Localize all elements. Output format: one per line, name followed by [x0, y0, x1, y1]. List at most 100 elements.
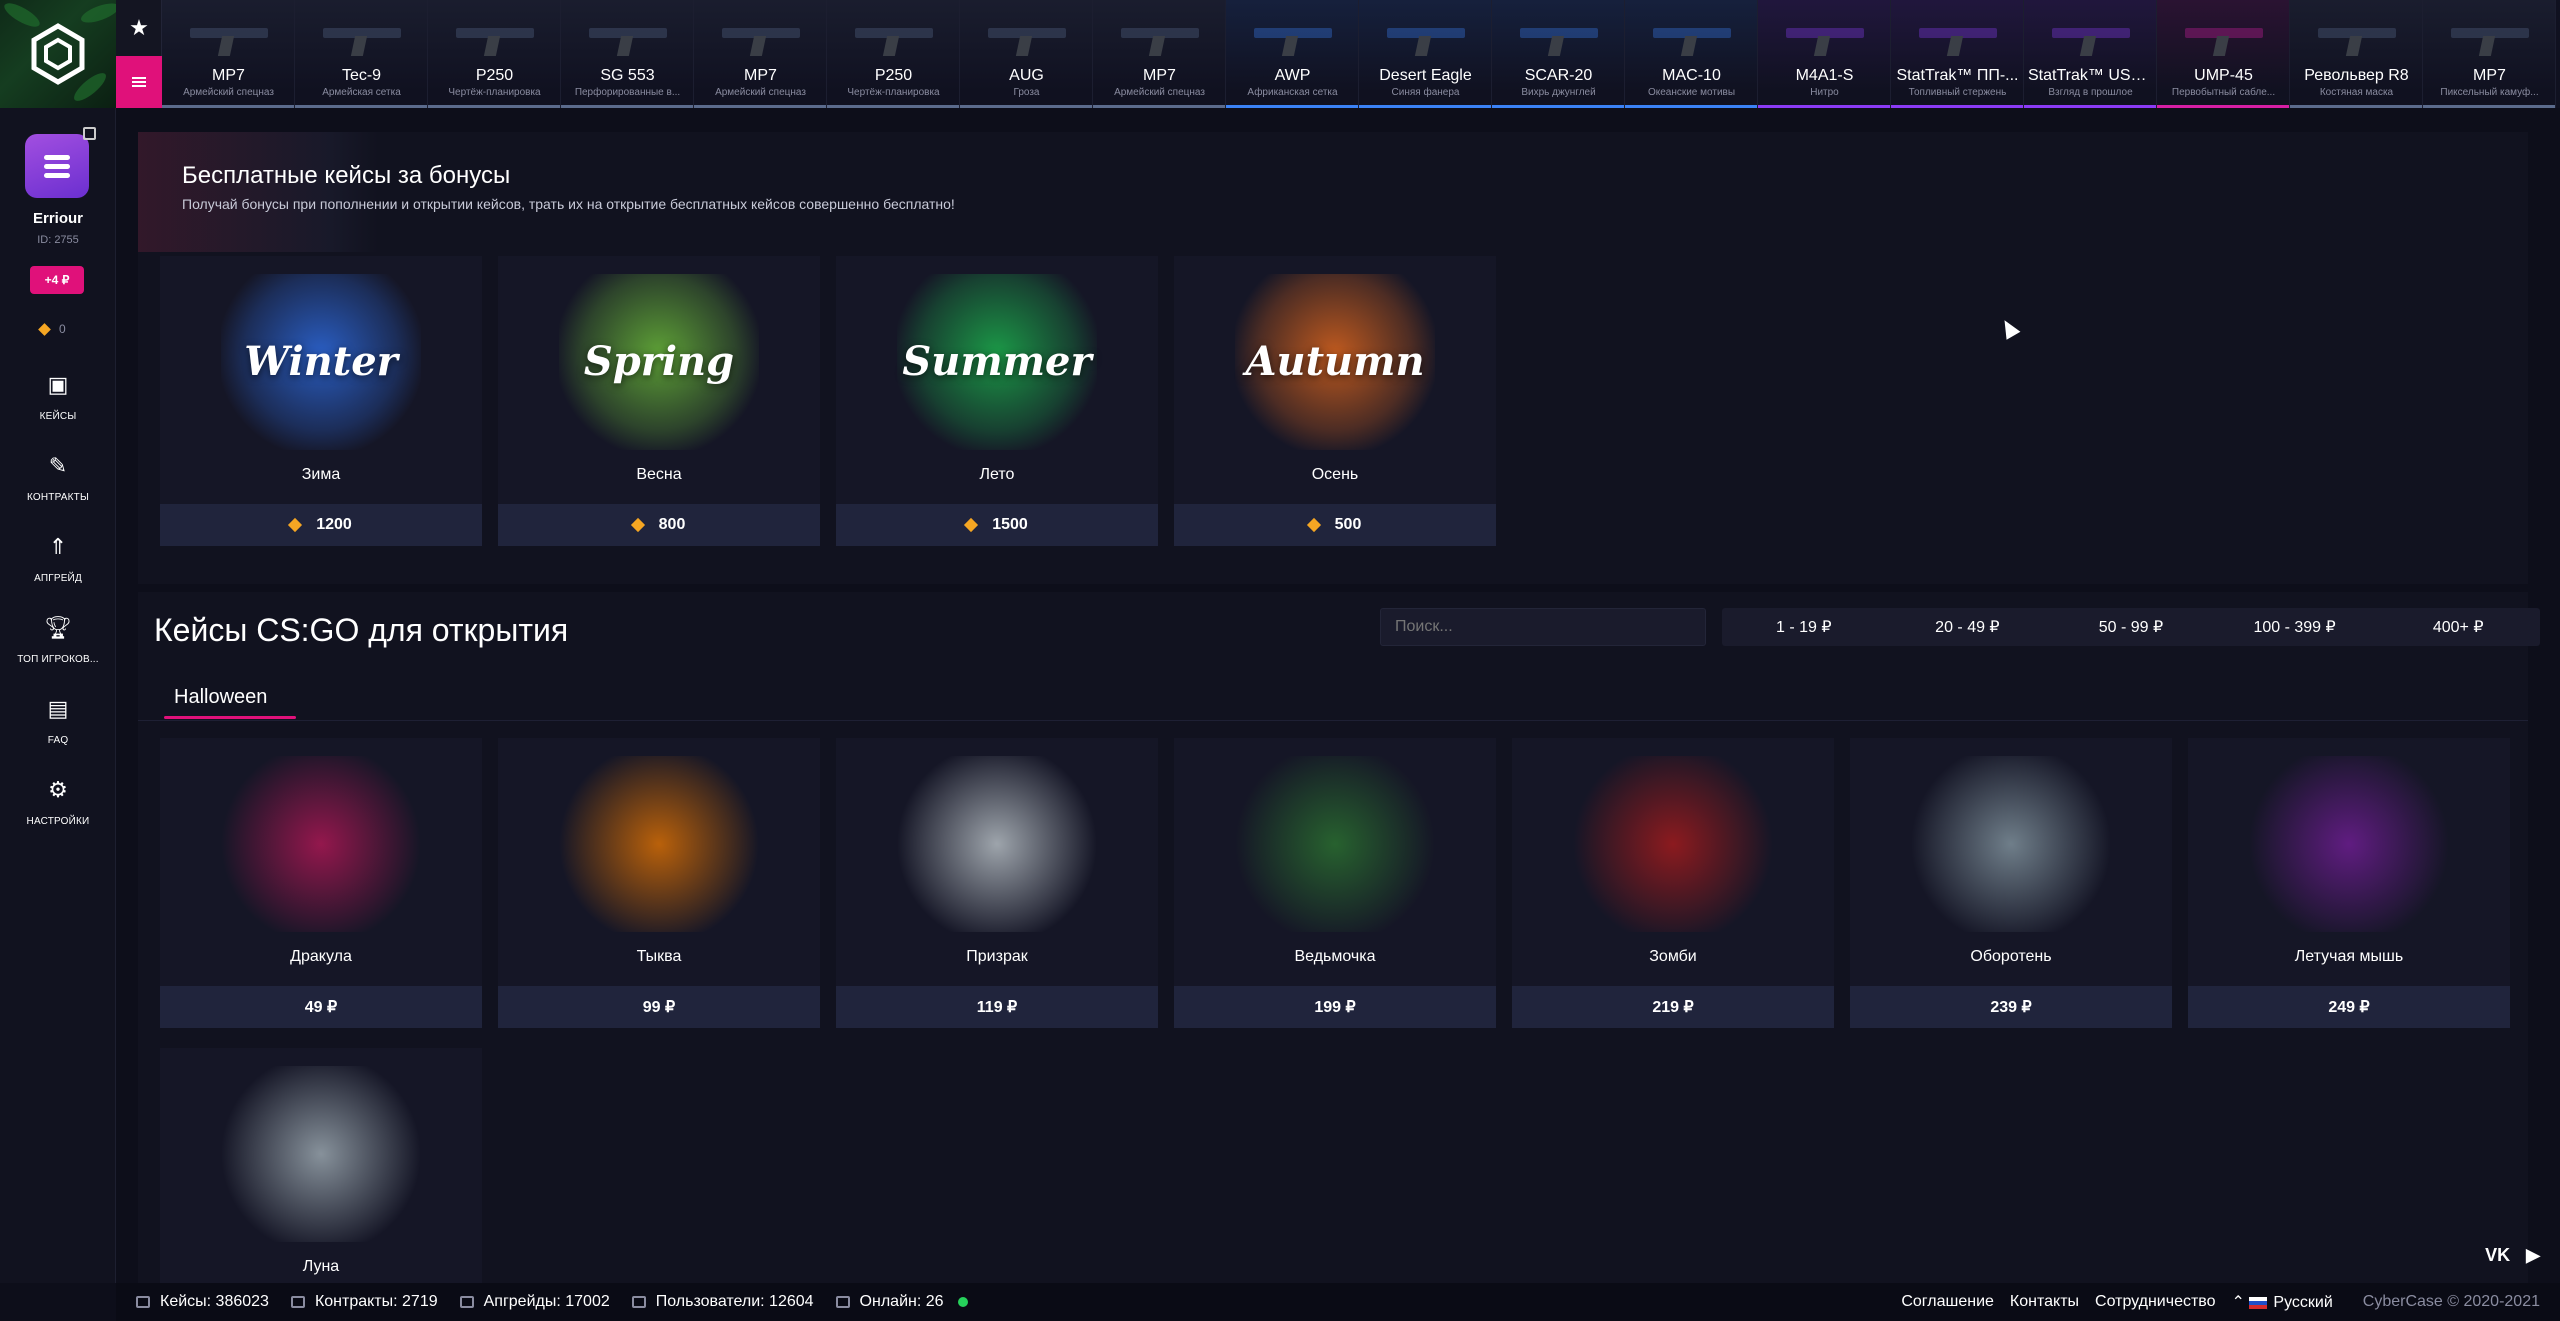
- site-logo[interactable]: [0, 0, 116, 108]
- weapon-name: MP7: [744, 67, 777, 84]
- upgrade-icon: ⇑: [48, 534, 68, 559]
- ticker-item[interactable]: SCAR-20 Вихрь джунглей: [1492, 0, 1625, 108]
- csgo-case-card[interactable]: Призрак 119 ₽: [836, 738, 1158, 1028]
- csgo-case-card[interactable]: Тыква 99 ₽: [498, 738, 820, 1028]
- avatar-icon: [44, 163, 70, 169]
- weapon-image-icon: [1121, 14, 1199, 56]
- weapon-name: MP7: [212, 67, 245, 84]
- price-filter-button[interactable]: 400+ ₽: [2376, 608, 2540, 646]
- csgo-case-card[interactable]: Дракула 49 ₽: [160, 738, 482, 1028]
- price-filter-button[interactable]: 50 - 99 ₽: [2049, 608, 2213, 646]
- case-art-label: Winter: [244, 338, 398, 385]
- ticker-item[interactable]: StatTrak™ ПП-... Топливный стержень: [1891, 0, 2024, 108]
- ticker-item[interactable]: MP7 Армейский спецназ: [162, 0, 295, 108]
- case-price: 49 ₽: [160, 986, 482, 1028]
- social-links: VK ▶: [2485, 1245, 2540, 1266]
- free-case-card[interactable]: Winter Зима 1200: [160, 256, 482, 546]
- weapon-name: SCAR-20: [1524, 67, 1593, 84]
- price-value: 800: [658, 516, 686, 533]
- case-art-label: Autumn: [1245, 338, 1425, 385]
- free-case-card[interactable]: Autumn Осень 500: [1174, 256, 1496, 546]
- footer-link-contacts[interactable]: Контакты: [2010, 1293, 2079, 1311]
- ticker-item[interactable]: MP7 Пиксельный камуф...: [2423, 0, 2556, 108]
- weapon-image-icon: [1653, 14, 1731, 56]
- weapon-image-icon: [855, 14, 933, 56]
- balance-button[interactable]: +4 ₽: [30, 266, 84, 294]
- price-value: 1200: [316, 516, 352, 533]
- ticker-item[interactable]: AWP Африканская сетка: [1226, 0, 1359, 108]
- nav-label: АПГРЕЙД: [34, 573, 82, 584]
- csgo-case-card[interactable]: Луна: [160, 1048, 482, 1318]
- logout-icon[interactable]: [83, 127, 96, 140]
- ticker-item[interactable]: Desert Eagle Синяя фанера: [1359, 0, 1492, 108]
- ticker-item[interactable]: MP7 Армейский спецназ: [1093, 0, 1226, 108]
- case-name: Тыква: [636, 948, 682, 965]
- chat-icon: ▤: [47, 696, 69, 721]
- ticker-item[interactable]: MP7 Армейский спецназ: [694, 0, 827, 108]
- weapon-skin: Чертёж-планировка: [448, 87, 541, 98]
- case-image: [221, 1066, 421, 1242]
- ticker-item[interactable]: MAC-10 Океанские мотивы: [1625, 0, 1758, 108]
- nav-cases[interactable]: ▣ КЕЙСЫ: [0, 372, 116, 424]
- language-selector[interactable]: ⌃ Русский: [2232, 1292, 2333, 1312]
- favorites-star-icon[interactable]: ★: [116, 0, 162, 56]
- ticker-item[interactable]: Tec-9 Армейская сетка: [295, 0, 428, 108]
- price-filter-button[interactable]: 100 - 399 ₽: [2213, 608, 2377, 646]
- case-name: Луна: [302, 1258, 340, 1275]
- weapon-skin: Топливный стержень: [1908, 87, 2007, 98]
- weapon-skin: Первобытный сабле...: [2171, 87, 2276, 98]
- vk-icon[interactable]: VK: [2485, 1245, 2510, 1266]
- ticker-item[interactable]: StatTrak™ USP-S Взгляд в прошлое: [2024, 0, 2157, 108]
- footer-link-partnership[interactable]: Сотрудничество: [2095, 1293, 2216, 1311]
- box-icon: ▣: [47, 372, 69, 397]
- stat-label: Апгрейды: 17002: [483, 1293, 610, 1310]
- weapon-name: Desert Eagle: [1379, 67, 1472, 84]
- case-name: Ведьмочка: [1294, 948, 1376, 965]
- csgo-case-card[interactable]: Оборотень 239 ₽: [1850, 738, 2172, 1028]
- case-name: Оборотень: [1970, 948, 2052, 965]
- nav-label: FAQ: [47, 735, 69, 746]
- nav-top-players[interactable]: 🏆︎ ТОП ИГРОКОВ...: [0, 615, 116, 667]
- users-icon: [631, 1296, 646, 1308]
- youtube-icon[interactable]: ▶: [2526, 1245, 2540, 1266]
- ticker-item[interactable]: Револьвер R8 Костяная маска: [2290, 0, 2423, 108]
- case-name: Летучая мышь: [2294, 948, 2404, 965]
- price-filter-button[interactable]: 20 - 49 ₽: [1886, 608, 2050, 646]
- csgo-case-card[interactable]: Ведьмочка 199 ₽: [1174, 738, 1496, 1028]
- nav-contracts[interactable]: ✎ КОНТРАКТЫ: [0, 453, 116, 505]
- weapon-skin: Армейская сетка: [322, 87, 401, 98]
- price-filter-button[interactable]: 1 - 19 ₽: [1722, 608, 1886, 646]
- diamond-icon: [38, 322, 51, 336]
- footer-stat: Контракты: 2719: [290, 1293, 438, 1311]
- ticker-item[interactable]: UMP-45 Первобытный сабле...: [2157, 0, 2290, 108]
- tab-halloween[interactable]: Halloween: [174, 686, 267, 709]
- free-case-card[interactable]: Spring Весна 800: [498, 256, 820, 546]
- stat-label: Онлайн: 26: [859, 1293, 944, 1310]
- footer-link-agreement[interactable]: Соглашение: [1901, 1293, 1994, 1311]
- ticker-item[interactable]: M4A1-S Нитро: [1758, 0, 1891, 108]
- nav-faq[interactable]: ▤ FAQ: [0, 696, 116, 748]
- csgo-case-card[interactable]: Зомби 219 ₽: [1512, 738, 1834, 1028]
- case-name: Дракула: [290, 948, 352, 965]
- free-case-card[interactable]: Summer Лето 1500: [836, 256, 1158, 546]
- search-input[interactable]: [1380, 608, 1706, 646]
- nav-label: ТОП ИГРОКОВ...: [17, 654, 99, 665]
- price-filter-group: 1 - 19 ₽ 20 - 49 ₽ 50 - 99 ₽ 100 - 399 ₽…: [1722, 608, 2540, 646]
- ticker-item[interactable]: P250 Чертёж-планировка: [428, 0, 561, 108]
- footer-stat: Апгрейды: 17002: [459, 1293, 610, 1311]
- ticker-item[interactable]: AUG Гроза: [960, 0, 1093, 108]
- case-price: 99 ₽: [498, 986, 820, 1028]
- menu-toggle-button[interactable]: [116, 56, 162, 108]
- weapon-image-icon: [456, 14, 534, 56]
- case-name: Лето: [979, 466, 1015, 483]
- weapon-skin: Синяя фанера: [1391, 87, 1460, 98]
- weapon-skin: Чертёж-планировка: [847, 87, 940, 98]
- weapon-image-icon: [2451, 14, 2529, 56]
- ticker-item[interactable]: SG 553 Перфорированные в...: [561, 0, 694, 108]
- price-value: 500: [1334, 516, 1362, 533]
- avatar[interactable]: [25, 134, 89, 198]
- ticker-item[interactable]: P250 Чертёж-планировка: [827, 0, 960, 108]
- nav-upgrade[interactable]: ⇑ АПГРЕЙД: [0, 534, 116, 586]
- nav-settings[interactable]: ⚙ НАСТРОЙКИ: [0, 777, 116, 829]
- csgo-case-card[interactable]: Летучая мышь 249 ₽: [2188, 738, 2510, 1028]
